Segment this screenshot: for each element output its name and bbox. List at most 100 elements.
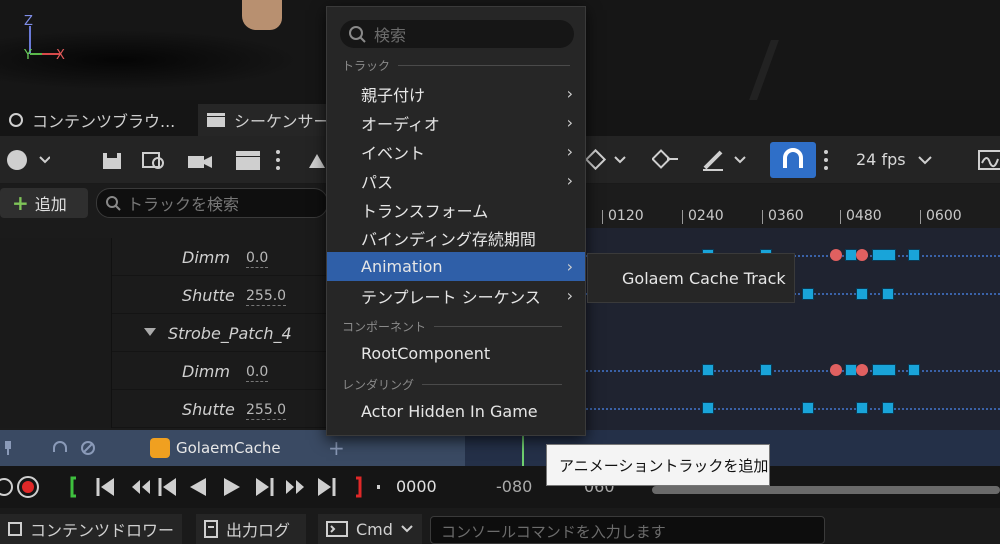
content-drawer-button[interactable]: コンテンツドロワー — [0, 514, 182, 544]
section-component-label: コンポーネント — [342, 320, 427, 334]
headphones-icon[interactable] — [52, 440, 68, 456]
cmd-dropdown[interactable]: Cmd — [318, 514, 422, 544]
add-section-icon[interactable]: + — [328, 436, 345, 460]
terminal-icon — [326, 521, 348, 537]
track-name: Dimm — [182, 248, 230, 267]
menu-item-label: バインディング存続期間 — [361, 229, 536, 249]
track-value[interactable]: 255.0 — [246, 288, 287, 306]
keyframe[interactable] — [702, 402, 714, 414]
timeline-tick: 0120 — [602, 208, 644, 224]
key-interp-dropdown-icon[interactable] — [584, 146, 628, 174]
keyframe[interactable] — [856, 402, 868, 414]
keyframe[interactable] — [882, 402, 894, 414]
keyframe[interactable] — [856, 288, 868, 300]
chevron-right-icon: › — [566, 113, 573, 132]
track-name: Shutte — [182, 400, 235, 419]
axis-x-label: X — [56, 48, 65, 63]
output-log-label: 出力ログ — [226, 521, 291, 540]
keyframe-selected[interactable] — [856, 364, 868, 376]
menu-item-label: トランスフォーム — [361, 201, 489, 221]
range-start[interactable]: -080 — [496, 477, 532, 496]
render-movie-icon[interactable] — [234, 146, 262, 174]
pin-icon[interactable] — [2, 441, 14, 455]
curve-editor-icon[interactable] — [976, 146, 1000, 174]
menu-item-label: Animation — [361, 257, 443, 276]
keyframe[interactable] — [760, 364, 772, 376]
character-foot — [242, 0, 282, 30]
keyframe[interactable] — [872, 249, 896, 261]
log-icon — [204, 520, 218, 538]
menu-section-component: コンポーネント — [342, 318, 563, 335]
tab-content-browser-label: コンテンツブラウ... — [32, 112, 176, 131]
menu-item-label: テンプレート シーケンス — [361, 287, 541, 307]
track-row-gutter — [0, 352, 112, 390]
transport-controls — [0, 476, 380, 498]
tab-sequencer[interactable]: シーケンサー — [198, 104, 338, 136]
menu-item-parenting[interactable]: 親子付け › — [327, 79, 585, 108]
keyframe[interactable] — [908, 364, 920, 376]
menu-item-event[interactable]: イベント › — [327, 137, 585, 166]
timeline-scrollbar[interactable] — [652, 486, 1000, 494]
camera-icon[interactable] — [186, 146, 214, 174]
menu-item-actor-hidden[interactable]: Actor Hidden In Game — [327, 397, 585, 426]
animation-submenu-item-golaem-cache-track[interactable]: Golaem Cache Track — [587, 253, 795, 303]
track-search-input[interactable]: トラックを検索 — [96, 188, 328, 218]
chevron-down-icon — [917, 155, 932, 164]
keyframe[interactable] — [802, 288, 814, 300]
key-track-line — [586, 408, 1000, 410]
cmd-label: Cmd — [356, 519, 393, 539]
snap-options-icon[interactable] — [818, 146, 834, 174]
add-track-button[interactable]: + 追加 — [0, 188, 88, 218]
expand-triangle-icon[interactable] — [144, 328, 156, 338]
menu-item-animation[interactable]: Animation › — [327, 252, 585, 281]
axis-z-label: Z — [24, 14, 33, 29]
world-dropdown-icon[interactable] — [4, 146, 52, 174]
menu-search-input[interactable]: 検索 — [340, 20, 574, 48]
add-track-label: 追加 — [34, 195, 67, 214]
menu-item-transform[interactable]: トランスフォーム — [327, 195, 585, 224]
section-track-label: トラック — [342, 59, 391, 73]
menu-item-audio[interactable]: オーディオ › — [327, 108, 585, 137]
menu-item-label: イベント — [361, 143, 426, 163]
menu-item-path[interactable]: パス › — [327, 166, 585, 195]
menu-item-binding-lifetime[interactable]: バインディング存続期間 — [327, 223, 585, 252]
track-value[interactable]: 0.0 — [246, 250, 269, 268]
chevron-right-icon: › — [566, 142, 573, 161]
console-input[interactable]: コンソールコマンドを入力します — [430, 516, 825, 544]
tooltip: アニメーショントラックを追加 — [546, 444, 770, 486]
key-icon[interactable] — [652, 146, 680, 174]
menu-item-template-sequence[interactable]: テンプレート シーケンス › — [327, 281, 585, 310]
tab-sequencer-label: シーケンサー — [234, 112, 330, 131]
golaem-cache-icon — [150, 438, 170, 458]
track-value[interactable]: 255.0 — [246, 402, 287, 420]
keyframe[interactable] — [702, 364, 714, 376]
menu-item-label: RootComponent — [361, 344, 491, 363]
keyframe[interactable] — [908, 249, 920, 261]
keyframe-selected[interactable] — [856, 249, 868, 261]
more-options-icon[interactable] — [270, 146, 286, 174]
track-search-placeholder: トラックを検索 — [127, 195, 240, 214]
current-frame[interactable]: 0000 — [396, 477, 437, 496]
keyframe[interactable] — [882, 288, 894, 300]
fps-dropdown[interactable]: 24 fps — [856, 150, 932, 169]
keyframe-selected[interactable] — [830, 249, 842, 261]
track-value[interactable]: 0.0 — [246, 364, 269, 382]
tab-content-browser[interactable]: コンテンツブラウ... — [0, 104, 192, 136]
keyframe[interactable] — [802, 402, 814, 414]
content-browser-icon — [9, 113, 23, 127]
plus-icon: + — [12, 191, 29, 215]
console-placeholder: コンソールコマンドを入力します — [441, 523, 666, 541]
edit-brush-dropdown-icon[interactable] — [700, 146, 750, 174]
menu-item-root-component[interactable]: RootComponent — [327, 339, 585, 368]
save-sequence-icon[interactable] — [98, 146, 126, 174]
disable-icon[interactable] — [80, 440, 96, 456]
menu-section-rendering: レンダリング — [342, 376, 563, 393]
snap-magnet-icon[interactable] — [770, 142, 816, 178]
menu-item-label: パス — [361, 172, 394, 192]
keyframe[interactable] — [872, 364, 896, 376]
timeline-tick: 0360 — [762, 208, 804, 224]
keyframe-selected[interactable] — [830, 364, 842, 376]
find-in-browser-icon[interactable] — [140, 146, 168, 174]
golaem-cache-label: GolaemCache — [176, 439, 281, 457]
output-log-button[interactable]: 出力ログ — [196, 514, 306, 544]
